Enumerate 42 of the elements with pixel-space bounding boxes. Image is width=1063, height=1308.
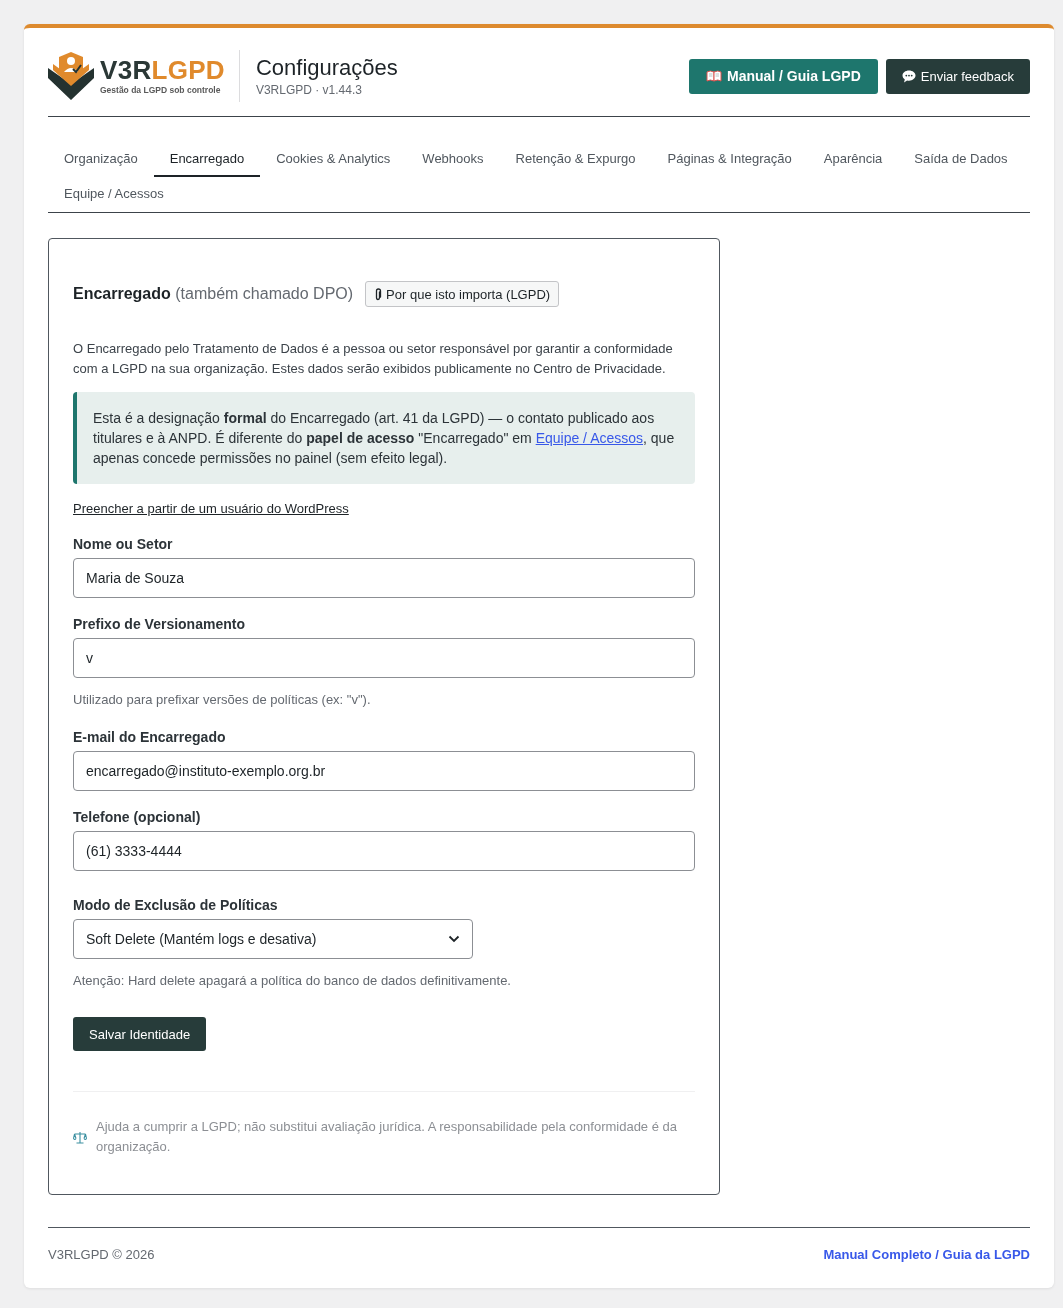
scales-icon [73,1130,87,1144]
manual-link[interactable]: Manual Completo / Guia da LGPD [823,1246,1030,1264]
settings-tab[interactable]: Retenção & Expurgo [499,142,652,177]
logo-tagline: Gestão da LGPD sob controle [100,85,222,96]
field-label: E-mail do Encarregado [73,728,226,746]
settings-tab[interactable]: Equipe / Acessos [48,177,180,212]
select-field[interactable]: Soft Delete (Mantém logs e desativa) [73,919,473,959]
fill-from-user-link[interactable]: Preencher a partir de um usuário do WordPress [73,500,349,518]
input-field[interactable]: Maria de Souza [73,558,695,598]
field-label: Nome ou Setor [73,535,173,553]
page-title: Configurações [255,54,398,81]
manual-button[interactable]: Manual / Guia LGPD [688,58,878,94]
version-text: V3RLGPD · v1.44.3 [255,81,363,98]
field-description: Utilizado para prefixar versões de políticas (ex: "v"). [73,691,371,709]
intro-paragraph: O Encarregado pelo Tratamento de Dados é a pessoa ou setor responsável por garantir a conformidade com a LGPD na sua organização. Estes dados serão exibidos publicamente no Centro de Privacidade. [73,340,674,378]
feedback-button[interactable]: Enviar feedback [885,58,1030,94]
settings-tab[interactable]: Webhooks [406,142,500,177]
logo-wordmark: V3RLGPD [100,56,225,84]
logo-icon [48,52,94,100]
field-label: Modo de Exclusão de Políticas [73,896,278,914]
copyright-text: V3RLGPD © 2026 [48,1246,155,1264]
disclaimer-text: Ajuda a cumprir a LGPD; não substitui avaliação jurídica. A responsabilidade pela conformidade é da organização. [96,1118,678,1156]
input-field[interactable]: encarregado@instituto-exemplo.org.br [73,751,695,791]
field-description: Atenção: Hard delete apagará a política do banco de dados definitivamente. [73,972,511,990]
field-label: Telefone (opcional) [73,808,201,826]
paperclip-icon [374,287,383,301]
input-field[interactable]: v [73,638,695,678]
field-label: Prefixo de Versionamento [73,615,245,633]
settings-tab[interactable]: Cookies & Analytics [260,142,407,177]
settings-tab[interactable]: Aparência [807,142,899,177]
settings-tab[interactable]: Páginas & Integração [651,142,808,177]
save-button[interactable]: Salvar Identidade [73,1017,207,1051]
book-icon [705,70,722,82]
chevron-down-icon [448,935,460,943]
settings-tab[interactable]: Saída de Dados [898,142,1024,177]
settings-tab[interactable]: Encarregado [153,142,261,177]
speech-bubble-icon [901,69,916,83]
input-field[interactable]: (61) 3333-4444 [73,831,695,871]
settings-tab[interactable]: Organização [48,142,154,177]
section-title: Encarregado (também chamado DPO) [73,284,354,304]
help-button[interactable]: Por que isto importa (LGPD) [365,281,560,307]
notice-text: Esta é a designação formal do Encarregado (art. 41 da LGPD) — o contato publicado aos titulares e à ANPD. É diferente do papel de acesso "Encarregado" em Equipe / Acessos, que apenas concede permissões no painel (sem efeito legal). [93,409,675,468]
